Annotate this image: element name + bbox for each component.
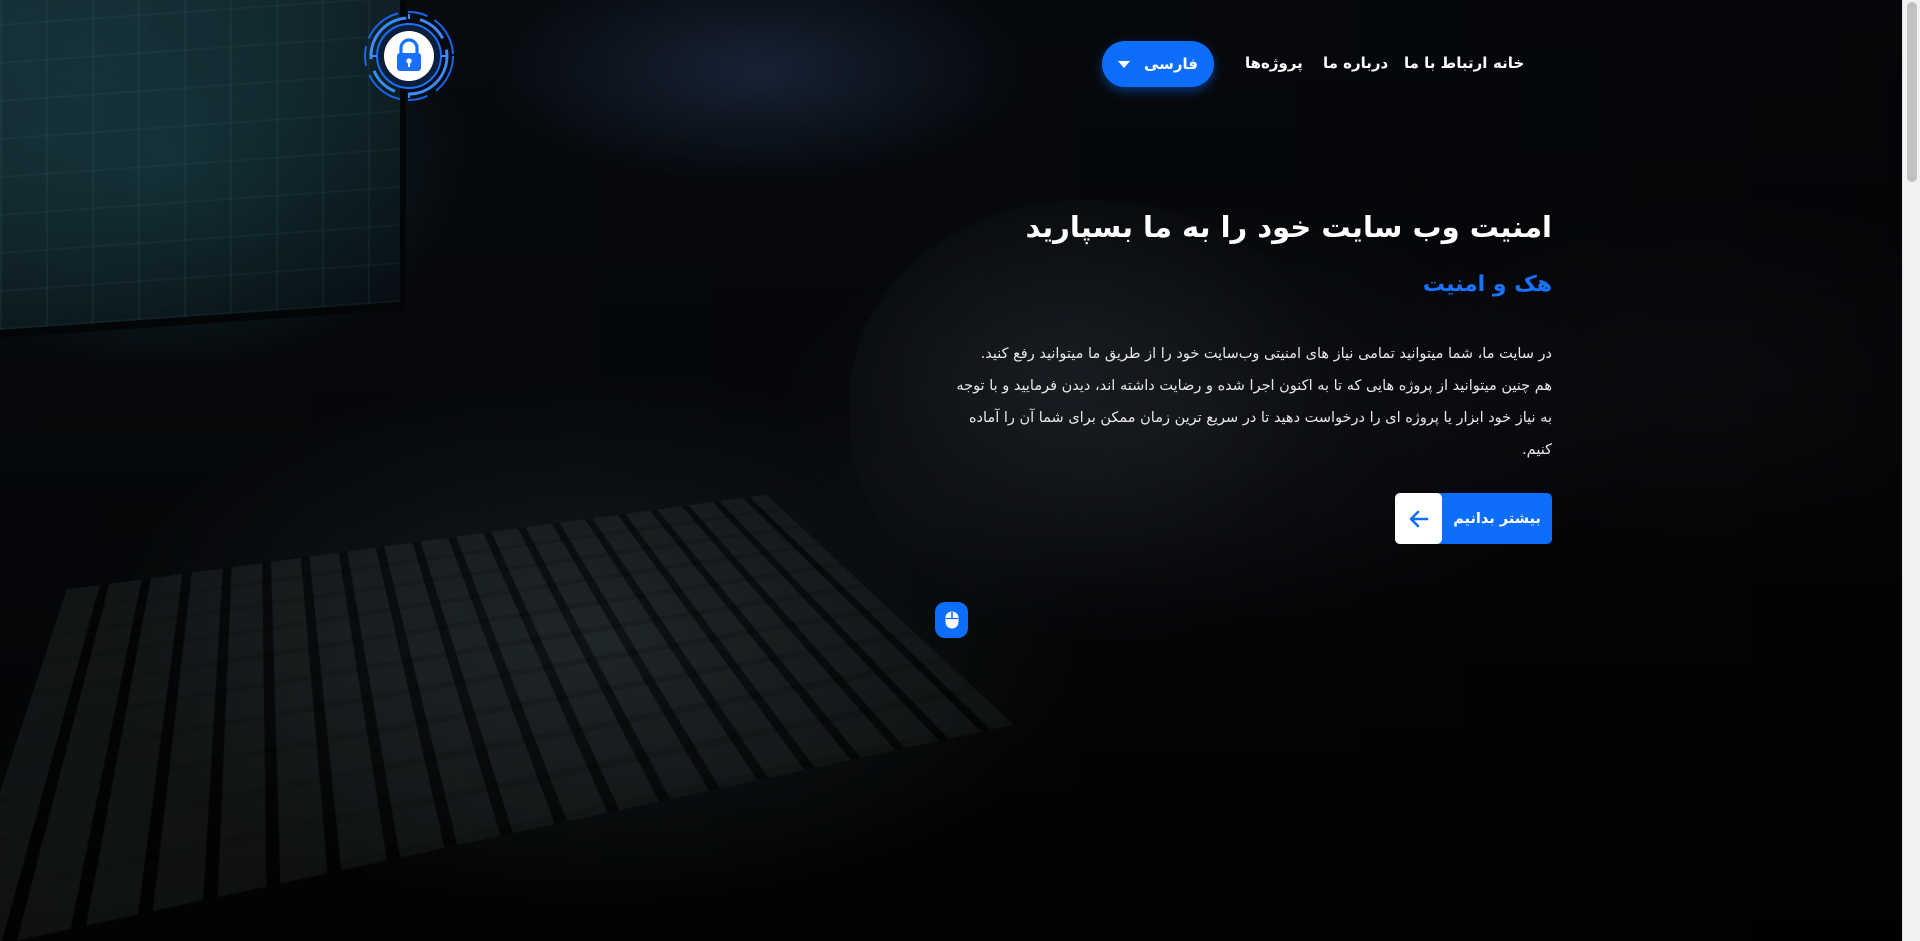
hero-description-line: کنیم. [1522,442,1552,458]
hero-description-line: در سایت ما، شما میتوانید تمامی نیاز های … [980,346,1552,362]
nav-home[interactable]: خانه [1493,54,1524,72]
scroll-down-indicator[interactable] [935,602,968,638]
hero-description-line: به نیاز خود ابزار یا پروژه ای را درخواست… [968,410,1552,426]
background-overlay [0,0,1920,941]
nav-contact[interactable]: ارتباط با ما [1404,54,1487,72]
mouse-icon [945,611,958,629]
arrow-left-icon [1395,493,1442,544]
nav-about[interactable]: درباره ما [1323,54,1388,72]
page: فارسی خانه ارتباط با ما درباره ما پروژه‌… [0,0,1920,941]
hero-description: در سایت ما، شما میتوانید تمامی نیاز های … [942,338,1552,466]
nav-projects[interactable]: پروژه‌ها [1245,54,1303,72]
main-nav: خانه ارتباط با ما درباره ما پروژه‌ها [1100,41,1530,87]
hero-background-image [0,0,1920,941]
learn-more-label: بیشتر بدانیم [1453,510,1541,527]
scrollbar-thumb[interactable] [1907,2,1917,182]
hero-description-line: هم چنین میتوانید از پروژه هایی که تا به … [956,378,1552,394]
padlock-shield-icon [364,11,454,101]
hero-subtitle: هک و امنیت [1422,272,1552,297]
learn-more-button[interactable]: بیشتر بدانیم [1395,493,1552,544]
page-scrollbar[interactable] [1902,0,1920,941]
site-logo[interactable] [363,10,455,102]
hero-title: امنیت وب سایت خود را به ما بسپارید [1025,210,1553,244]
